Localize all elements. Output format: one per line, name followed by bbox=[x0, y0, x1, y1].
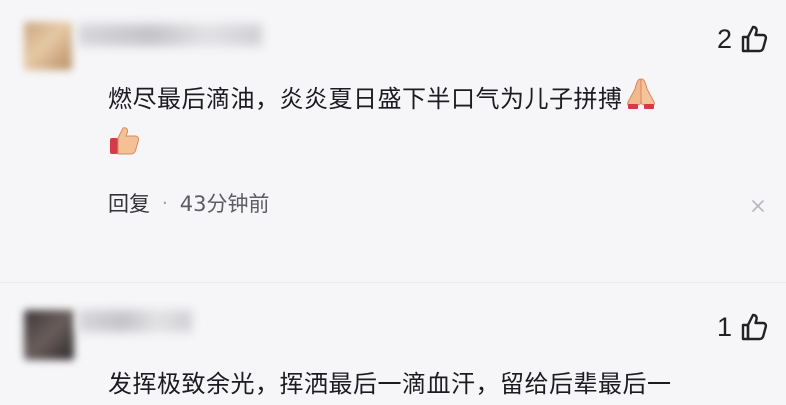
like-count: 1 bbox=[716, 312, 732, 342]
comment-item: 1 发挥极致余光，挥洒最后一滴血汗，留给后辈最后一 bbox=[0, 290, 786, 405]
separator-dot: · bbox=[162, 192, 168, 214]
comment-text: 发挥极致余光，挥洒最后一滴血汗，留给后辈最后一 bbox=[108, 370, 672, 398]
close-icon[interactable] bbox=[750, 198, 766, 214]
comment-text: 燃尽最后滴油，炎炎夏日盛下半口气为儿子拼搏 bbox=[108, 76, 746, 172]
timestamp: 43分钟前 bbox=[179, 192, 270, 216]
comment-footer: 回复 · 43分钟前 bbox=[108, 188, 269, 218]
username-blurred[interactable] bbox=[78, 24, 262, 46]
avatar[interactable] bbox=[24, 310, 74, 360]
thumbs-up-outline-icon[interactable] bbox=[740, 24, 768, 54]
divider bbox=[0, 282, 786, 283]
comment-item: 2 燃尽最后滴油，炎炎夏日盛下半口气为儿子拼搏 回复 · 43分钟前 bbox=[0, 0, 786, 280]
thumbs-up-outline-icon[interactable] bbox=[740, 312, 768, 342]
folded-hands-icon bbox=[623, 76, 659, 124]
like-count: 2 bbox=[716, 24, 732, 54]
avatar[interactable] bbox=[24, 22, 72, 70]
username-blurred[interactable] bbox=[78, 310, 192, 332]
reply-button[interactable]: 回复 bbox=[108, 188, 150, 218]
comment-list: 2 燃尽最后滴油，炎炎夏日盛下半口气为儿子拼搏 回复 · 43分钟前 1 发挥极… bbox=[0, 0, 786, 405]
thumbs-up-emoji-icon bbox=[108, 124, 142, 172]
like-button[interactable]: 1 bbox=[717, 312, 768, 342]
like-button[interactable]: 2 bbox=[717, 24, 768, 54]
